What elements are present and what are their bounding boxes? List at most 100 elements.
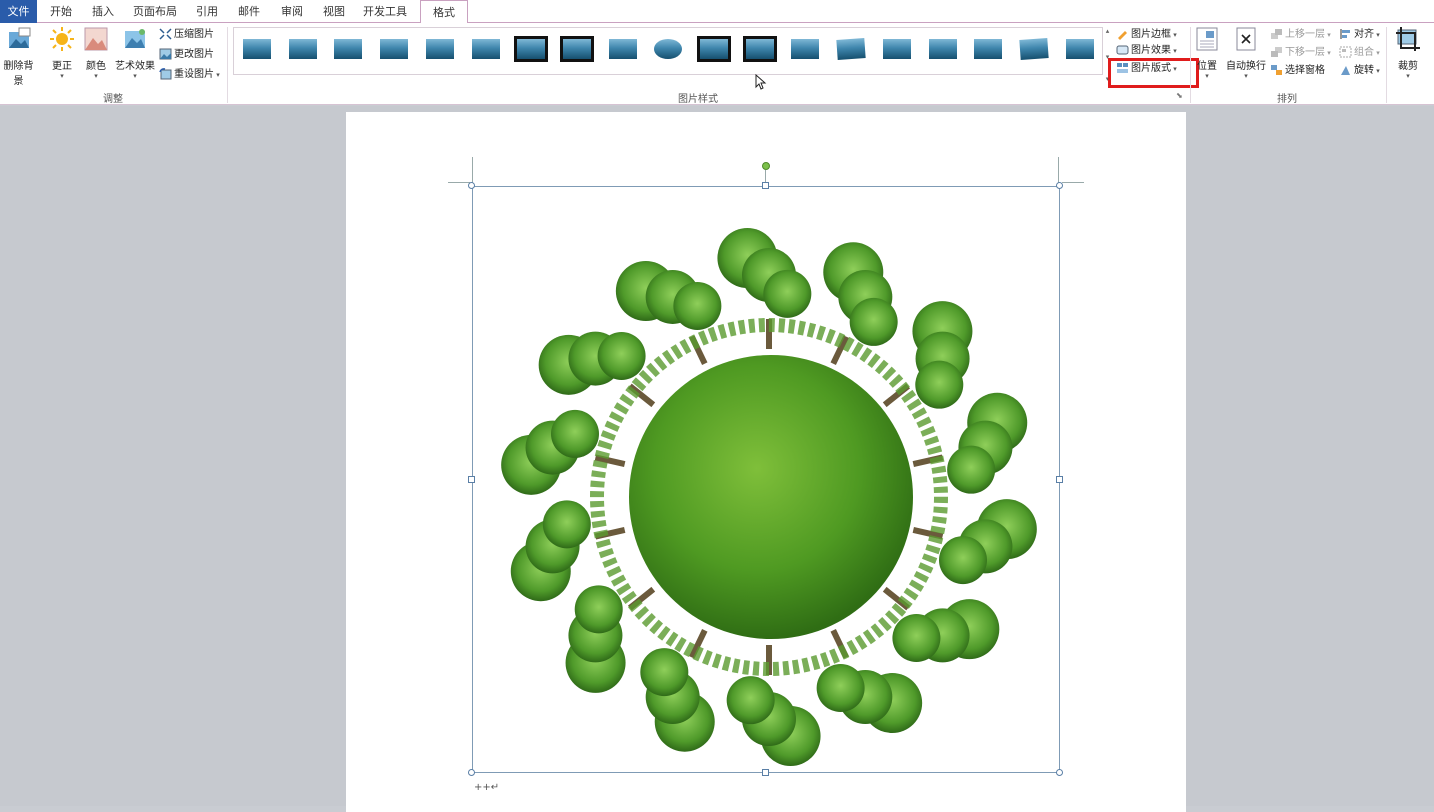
picture-style-thumbnail[interactable] [651, 36, 685, 62]
bring-forward-button[interactable]: 上移一层 ▾ [1270, 26, 1331, 44]
corrections-label: 更正 [52, 61, 72, 72]
picture-style-thumbnail[interactable] [697, 36, 731, 62]
resize-handle-top[interactable] [762, 182, 769, 189]
picture-styles-group-label: 图片样式 [678, 94, 718, 105]
group-divider [1190, 27, 1191, 103]
picture-style-thumbnail[interactable] [971, 36, 1005, 62]
artistic-effects-button[interactable]: 艺术效果 ▾ [114, 26, 156, 80]
tab-review[interactable]: 审阅 [275, 0, 309, 23]
dialog-launcher-icon[interactable]: ⬊ [1176, 91, 1183, 100]
style-preview [742, 36, 777, 62]
selected-picture[interactable] [472, 186, 1060, 773]
style-preview [380, 39, 409, 59]
resize-handle-left[interactable] [468, 476, 475, 483]
crop-button[interactable]: 裁剪 ▾ [1392, 26, 1424, 80]
style-preview [334, 39, 363, 59]
picture-style-thumbnail[interactable] [834, 36, 868, 62]
picture-styles-gallery [233, 27, 1103, 75]
style-preview [654, 39, 683, 59]
bring-forward-icon [1271, 29, 1282, 39]
tab-file[interactable]: 文件 [0, 0, 37, 23]
position-label: 位置 [1197, 61, 1217, 72]
artistic-effects-label: 艺术效果 [115, 61, 155, 72]
style-preview [836, 38, 866, 60]
tab-page-layout[interactable]: 页面布局 [130, 0, 180, 23]
picture-style-thumbnail[interactable] [377, 36, 411, 62]
rotate-button[interactable]: 旋转 ▾ [1339, 62, 1380, 80]
style-preview [928, 39, 957, 59]
picture-style-thumbnail[interactable] [788, 36, 822, 62]
style-preview [243, 39, 271, 59]
tree-canopy [726, 676, 775, 725]
picture-style-thumbnail[interactable] [423, 36, 457, 62]
align-button[interactable]: 对齐 ▾ [1339, 26, 1380, 44]
paragraph-mark: ++↵ [474, 782, 500, 793]
tree-canopy [947, 445, 996, 494]
picture-style-thumbnail[interactable] [742, 36, 777, 62]
resize-handle-right[interactable] [1056, 476, 1063, 483]
chevron-down-icon: ▾ [133, 72, 137, 80]
color-button[interactable]: 颜色 ▾ [82, 26, 110, 80]
tree-canopy [849, 297, 898, 346]
remove-background-icon [8, 27, 30, 48]
picture-effects-icon [1116, 45, 1129, 55]
picture-style-thumbnail[interactable] [559, 36, 594, 62]
change-picture-button[interactable]: 更改图片 [159, 46, 214, 64]
picture-style-thumbnail[interactable] [331, 36, 365, 62]
style-preview [697, 36, 731, 62]
style-preview [425, 39, 454, 59]
style-preview [882, 39, 911, 59]
wrap-text-button[interactable]: 自动换行 ▾ [1226, 26, 1266, 80]
resize-handle-top-right[interactable] [1056, 182, 1063, 189]
tab-format[interactable]: 格式 [420, 0, 468, 24]
tab-home[interactable]: 开始 [44, 0, 78, 23]
picture-style-thumbnail[interactable] [926, 36, 960, 62]
resize-handle-bottom-left[interactable] [468, 769, 475, 776]
chevron-down-icon: ▾ [214, 71, 220, 79]
sun-icon [50, 27, 74, 51]
gallery-scroll-up-icon[interactable]: ▴ [1103, 27, 1112, 35]
tree-canopy [915, 360, 964, 409]
picture-style-thumbnail[interactable] [286, 36, 320, 62]
mouse-cursor-icon [755, 74, 767, 90]
chevron-down-icon: ▾ [1205, 72, 1209, 80]
ribbon: 删除背景 更正 ▾ 颜色 ▾ 艺术效果 ▾ 压缩图片 更改图片 重设图片 ▾ 调… [0, 23, 1434, 105]
selection-pane-button[interactable]: 选择窗格 [1270, 62, 1325, 80]
send-backward-button[interactable]: 下移一层 ▾ [1270, 44, 1331, 62]
tab-mailings[interactable]: 邮件 [232, 0, 266, 23]
chevron-down-icon: ▾ [1406, 72, 1410, 80]
crop-label: 裁剪 [1398, 61, 1418, 72]
picture-style-thumbnail[interactable] [240, 36, 274, 62]
reset-picture-icon [159, 68, 172, 80]
picture-style-thumbnail[interactable] [880, 36, 914, 62]
crop-mark [1058, 157, 1059, 183]
corrections-button[interactable]: 更正 ▾ [47, 26, 77, 80]
tab-developer[interactable]: 开发工具 [358, 0, 412, 23]
picture-border-icon [1118, 31, 1127, 40]
picture-style-thumbnail[interactable] [514, 36, 549, 62]
tree-canopy [542, 500, 591, 549]
resize-handle-top-left[interactable] [468, 182, 475, 189]
rotation-handle[interactable] [762, 162, 770, 170]
group-button[interactable]: 组合 ▾ [1339, 44, 1380, 62]
picture-style-thumbnail[interactable] [469, 36, 503, 62]
tab-view[interactable]: 视图 [317, 0, 351, 23]
tab-insert[interactable]: 插入 [86, 0, 120, 23]
picture-style-thumbnail[interactable] [1063, 36, 1097, 62]
tree-canopy [939, 536, 988, 585]
artistic-effects-icon [125, 29, 145, 48]
chevron-down-icon: ▾ [94, 72, 98, 80]
position-button[interactable]: 位置 ▾ [1192, 26, 1222, 80]
picture-style-thumbnail[interactable] [606, 36, 640, 62]
remove-background-label: 删除背景 [3, 61, 34, 87]
remove-background-button[interactable]: 删除背景 [0, 26, 37, 87]
resize-handle-bottom-right[interactable] [1056, 769, 1063, 776]
picture-style-thumbnail[interactable] [1017, 36, 1051, 62]
position-icon [1196, 27, 1218, 51]
style-preview [1019, 38, 1049, 60]
resize-handle-bottom[interactable] [762, 769, 769, 776]
reset-picture-button[interactable]: 重设图片 ▾ [159, 66, 220, 84]
ribbon-tab-bar: 文件 开始 插入 页面布局 引用 邮件 审阅 视图 开发工具 格式 [0, 0, 1434, 24]
compress-pictures-button[interactable]: 压缩图片 [159, 26, 214, 44]
tab-references[interactable]: 引用 [190, 0, 224, 23]
